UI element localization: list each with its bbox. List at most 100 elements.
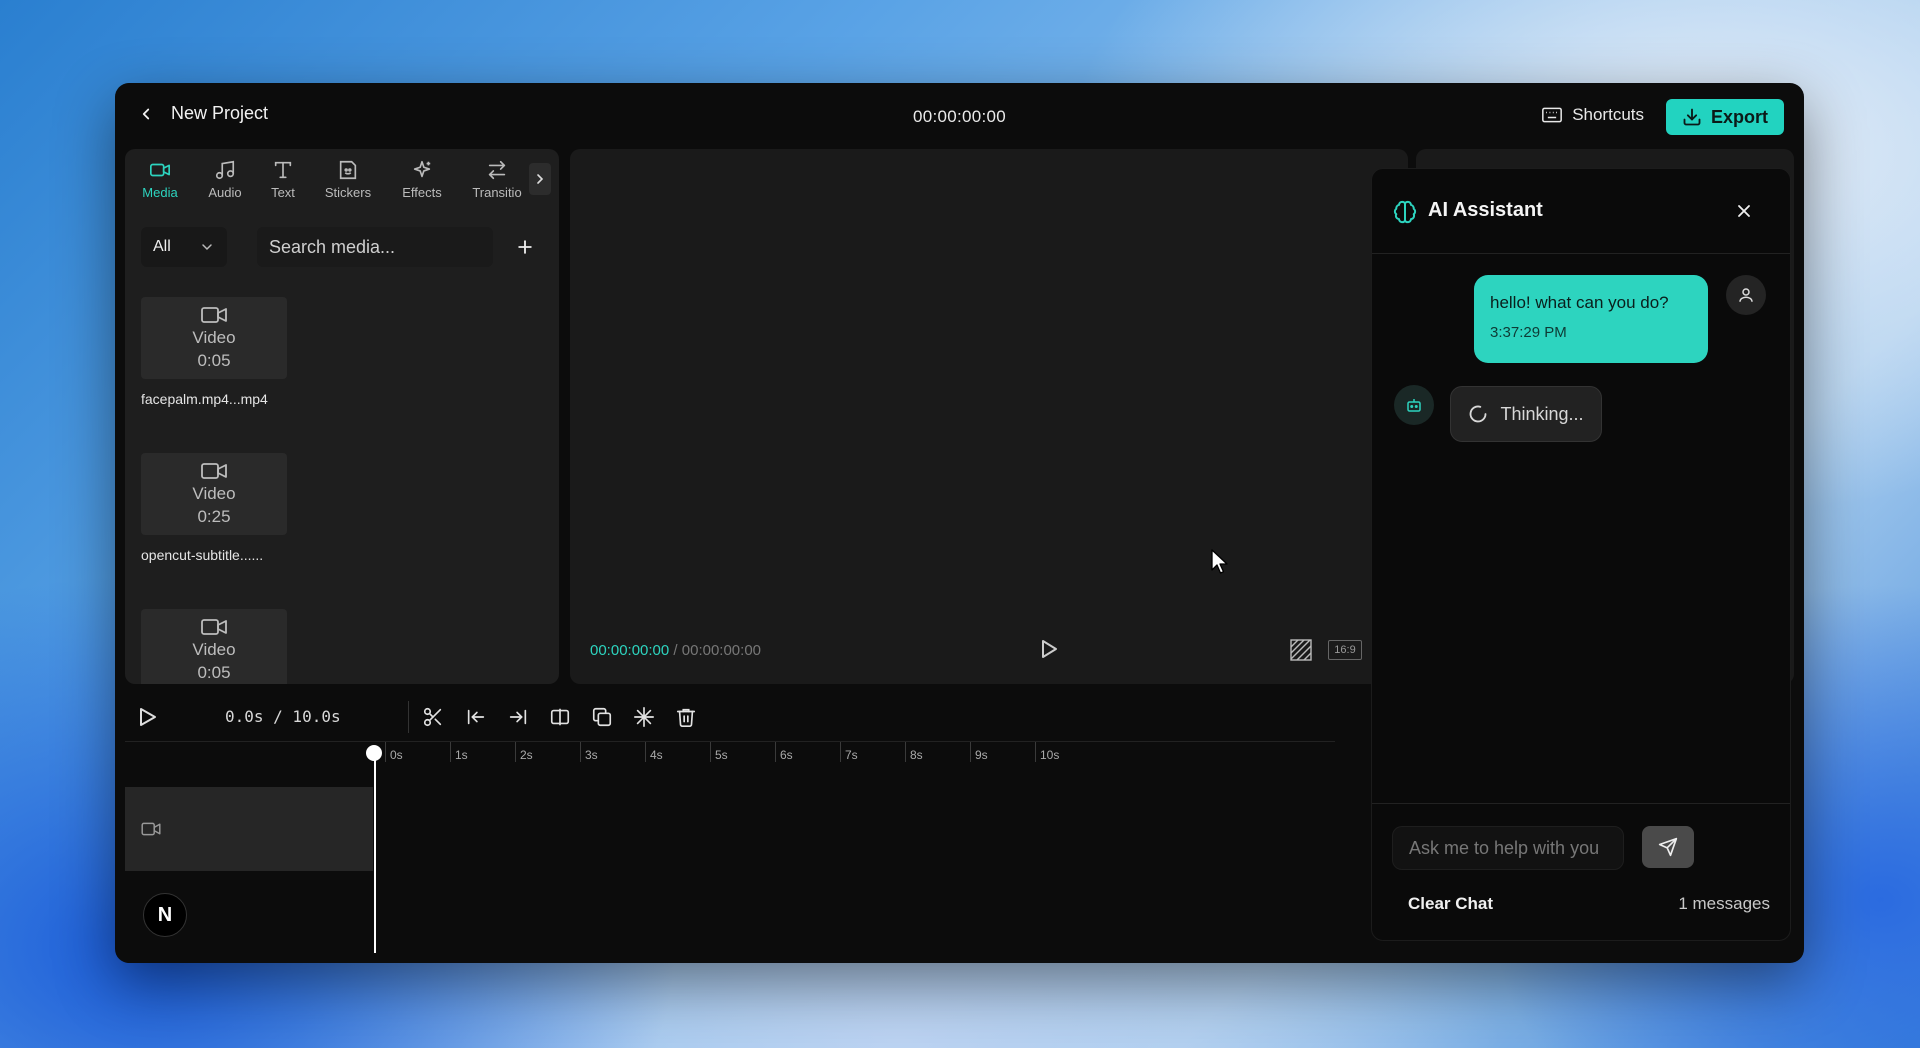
timeline-ruler[interactable]: 0s 1s 2s 3s 4s 5s 6s 7s 8s 9s 10s [125,741,1335,772]
tab-stickers[interactable]: Stickers [311,149,385,209]
video-preview[interactable]: 00:00:00:00 / 00:00:00:00 16:9 [570,149,1408,684]
sticker-icon [339,160,357,179]
thinking-indicator: Thinking... [1450,386,1602,442]
trim-end-icon[interactable] [507,706,529,728]
media-type: Video [192,328,236,347]
video-track-header[interactable] [125,787,373,871]
user-message-time: 3:37:29 PM [1490,324,1567,341]
freeze-frame-icon[interactable] [633,706,655,728]
scissors-icon[interactable] [422,706,444,728]
video-camera-icon [201,307,227,323]
project-title: New Project [171,103,269,123]
search-media-input[interactable] [257,227,493,267]
trim-start-icon[interactable] [465,706,487,728]
ruler-tick: 1s [450,742,468,762]
tab-label: Transitio [472,184,522,200]
ai-prompt-input[interactable] [1392,826,1624,870]
editor-window: New Project 00:00:00:00 Shortcuts Export… [115,83,1804,963]
ruler-tick: 2s [515,742,533,762]
shortcuts-label: Shortcuts [1572,105,1644,124]
tab-media[interactable]: Media [125,149,195,209]
thinking-label: Thinking... [1500,403,1584,424]
ruler-tick: 7s [840,742,858,762]
media-filename: facepalm.mp4...mp4 [141,391,268,407]
user-message-bubble: hello! what can you do? 3:37:29 PM [1474,275,1708,363]
media-thumbnail[interactable]: Video 0:05 [141,297,287,379]
media-duration: 0:05 [197,663,231,682]
media-duration: 0:25 [197,507,231,526]
media-filename: opencut-subtitle...... [141,547,264,563]
play-icon[interactable] [1036,637,1060,661]
export-button[interactable]: Export [1666,99,1784,135]
media-item[interactable]: Video 0:05 facepalm.mp4...mp4 [141,297,287,407]
timeline-time-display: 0.0s / 10.0s [225,707,341,726]
tab-label: Effects [402,184,442,200]
video-camera-icon [201,463,227,479]
trash-icon[interactable] [675,706,697,728]
ruler-tick: 5s [710,742,728,762]
play-icon[interactable] [135,705,159,729]
clear-chat-button[interactable]: Clear Chat [1408,894,1493,914]
ai-panel-title: AI Assistant [1428,199,1543,221]
media-tabs: Media Audio Text Stickers Effects Transi… [125,149,559,209]
media-type-select[interactable]: All [141,227,227,267]
app-badge[interactable]: N [143,893,187,937]
tabs-scroll-right-button[interactable] [529,163,551,195]
chevron-left-icon [142,108,150,119]
tab-transitions[interactable]: Transitio [459,149,535,209]
tab-label: Audio [208,184,242,200]
music-note-icon [215,160,235,179]
bot-icon [1407,399,1421,412]
mouse-cursor-icon [1211,549,1228,574]
ruler-tick: 0s [385,742,403,762]
export-label: Export [1710,106,1768,127]
ruler-tick: 6s [775,742,793,762]
media-item[interactable]: Video 0:25 opencut-subtitle...... [141,453,287,563]
tab-label: Media [142,184,178,200]
video-camera-icon [201,619,227,635]
media-thumbnail[interactable]: Video 0:25 [141,453,287,535]
media-thumbnail[interactable]: Video 0:05 [141,609,287,684]
tab-label: Stickers [324,184,372,200]
send-button[interactable] [1642,826,1694,868]
tab-effects[interactable]: Effects [385,149,459,209]
message-count: 1 messages [1678,894,1770,913]
timeline-toolbar: 0.0s / 10.0s [125,695,1335,739]
add-media-button[interactable] [507,229,543,265]
video-camera-icon [150,163,170,176]
split-icon[interactable] [549,706,571,728]
ruler-tick: 10s [1035,742,1059,762]
transparency-grid-icon[interactable] [1290,639,1312,661]
ai-assistant-panel: AI Assistant hello! what can you do? 3:3… [1371,168,1791,941]
playhead[interactable] [374,753,376,953]
toolbar-divider [408,701,409,733]
ruler-tick: 8s [905,742,923,762]
playhead-handle[interactable] [366,745,382,761]
aspect-ratio-button[interactable]: 16:9 [1328,640,1362,660]
top-bar: New Project 00:00:00:00 Shortcuts Export [115,83,1804,149]
preview-time-separator: / [669,642,682,659]
user-message-text: hello! what can you do? [1490,293,1669,312]
text-icon [274,161,292,178]
media-item[interactable]: Video 0:05 [141,609,287,684]
duplicate-icon[interactable] [591,706,613,728]
video-camera-icon [141,822,161,836]
close-icon[interactable] [1734,201,1754,221]
ai-footer: Clear Chat 1 messages [1372,803,1790,940]
ruler-tick: 9s [970,742,988,762]
shortcuts-button[interactable]: Shortcuts [1542,105,1644,125]
tab-text[interactable]: Text [255,149,311,209]
media-duration: 0:05 [197,351,231,370]
preview-current-time: 00:00:00:00 [590,642,670,659]
brain-icon [1393,200,1417,224]
media-type: Video [192,484,236,503]
tab-label: Text [271,184,295,200]
user-icon [1739,288,1753,302]
sparkles-icon [413,160,431,177]
arrows-left-right-icon [488,160,506,179]
tab-audio[interactable]: Audio [195,149,255,209]
back-button[interactable]: New Project [137,103,268,124]
send-icon [1658,837,1678,857]
spinner-icon [1470,405,1487,423]
ruler-tick: 4s [645,742,663,762]
